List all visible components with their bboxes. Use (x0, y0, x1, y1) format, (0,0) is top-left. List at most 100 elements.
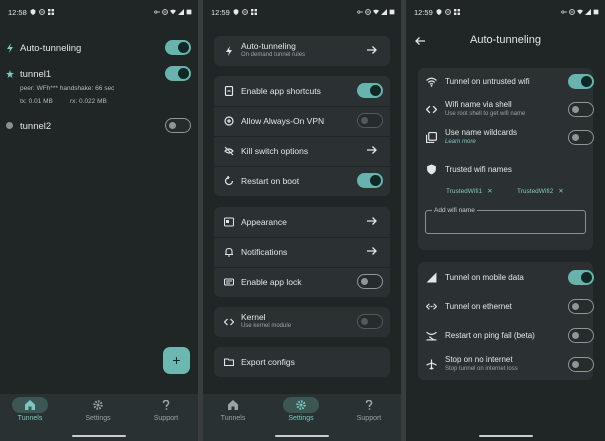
vpn-icon (224, 116, 234, 126)
bell-icon (225, 247, 233, 257)
tunnel-name: tunnel1 (20, 69, 52, 80)
folder-icon (224, 358, 234, 367)
tunnel-toggle[interactable] (165, 66, 191, 81)
add-tunnel-button[interactable]: + (163, 347, 190, 374)
ethernet-icon (426, 303, 437, 310)
row-label: Enable app lock (241, 277, 302, 287)
row-sub: Use root shell to get wifi name (445, 111, 526, 117)
ping-fail-row[interactable]: Restart on ping fail (beta) (418, 322, 594, 350)
key-status-icon (357, 10, 363, 14)
kernel-label: Kernel (241, 312, 266, 322)
kill-switch-row[interactable]: Kill switch options (214, 136, 390, 166)
shield-status-icon (436, 9, 442, 15)
nav-label: Tunnels (220, 415, 246, 422)
general-settings-card: Enable app shortcuts Allow Always-On VPN… (214, 76, 390, 196)
home-icon (228, 400, 238, 410)
nav-settings[interactable]: Settings (271, 397, 331, 422)
tunnel-peer-info: peer: WFh*** handshake: 66 sec (20, 85, 115, 92)
home-indicator (72, 435, 126, 437)
app-shortcuts-toggle[interactable] (357, 83, 383, 98)
auto-tunneling-row[interactable]: Auto-tunneling (0, 38, 198, 58)
status-time: 12:58 (8, 7, 27, 17)
auto-tunneling-card[interactable]: Auto-tunneling On demand tunnel rules (214, 36, 390, 66)
tunnel-rx: rx: 0.022 MB (70, 98, 107, 105)
question-icon (162, 400, 170, 410)
ethernet-toggle[interactable] (568, 299, 594, 314)
name-wildcards-toggle[interactable] (568, 130, 594, 145)
no-internet-toggle[interactable] (568, 357, 594, 372)
remove-chip-icon[interactable]: ✕ (487, 188, 492, 195)
add-wifi-name-input[interactable] (432, 217, 580, 229)
status-bar: 12:58 (0, 0, 198, 24)
ethernet-row[interactable]: Tunnel on ethernet (418, 293, 594, 321)
app-shortcuts-row[interactable]: Enable app shortcuts (214, 76, 390, 106)
appearance-row[interactable]: Appearance (214, 207, 390, 237)
name-wildcards-row[interactable]: Use name wildcards Learn more (418, 124, 594, 152)
always-on-vpn-row[interactable]: Allow Always-On VPN (214, 106, 390, 136)
status-bar: 12:59 (203, 0, 401, 24)
row-label: Appearance (241, 217, 287, 227)
row-label: Wifi name via shell (445, 100, 512, 109)
arrow-right-icon (367, 217, 377, 225)
remove-chip-icon[interactable]: ✕ (558, 188, 563, 195)
add-wifi-name-field[interactable]: Add wifi name (425, 207, 586, 234)
learn-more-link[interactable]: Learn more (445, 139, 476, 145)
tunnel-name: tunnel2 (20, 121, 52, 132)
nav-label: Support (153, 415, 179, 422)
row-label: Kill switch options (241, 146, 309, 156)
restart-on-boot-row[interactable]: Restart on boot (214, 166, 390, 196)
no-internet-row[interactable]: Stop on no internet Stop tunnel on inter… (418, 351, 594, 379)
app-lock-row[interactable]: Enable app lock (214, 267, 390, 297)
nav-support[interactable]: Support (136, 400, 196, 422)
chip-label: TrustedWifi1 (446, 188, 483, 195)
wifi-via-shell-row[interactable]: Wifi name via shell Use root shell to ge… (418, 96, 594, 124)
nav-tunnels[interactable]: Tunnels (0, 397, 60, 422)
kernel-row[interactable]: Kernel Use kernel module (214, 307, 390, 337)
mobile-data-row[interactable]: Tunnel on mobile data (418, 264, 594, 292)
nav-support[interactable]: Support (339, 400, 399, 422)
auto-tunneling-row[interactable]: Auto-tunneling On demand tunnel rules (214, 36, 390, 66)
nav-settings[interactable]: Settings (68, 400, 128, 422)
notifications-row[interactable]: Notifications (214, 237, 390, 267)
key-status-icon (154, 10, 160, 14)
trusted-names-title: Trusted wifi names (445, 165, 512, 174)
cellular-icon (426, 272, 437, 283)
battery-status-icon (389, 9, 395, 15)
bolt-icon (7, 43, 13, 53)
restart-icon (224, 176, 234, 186)
question-icon (365, 400, 373, 410)
auto-tunneling-toggle[interactable] (165, 40, 191, 55)
kill-switch-icon (224, 146, 234, 156)
app-lock-toggle[interactable] (357, 274, 383, 289)
wifi-via-shell-toggle[interactable] (568, 102, 594, 117)
always-on-vpn-toggle[interactable] (357, 113, 383, 128)
arrow-right-icon (367, 247, 377, 255)
nav-label: Settings (85, 415, 111, 422)
dnd-status-icon (569, 9, 575, 15)
trusted-names-row: Trusted wifi names (418, 156, 593, 184)
star-icon (6, 70, 14, 78)
row-label: Notifications (241, 247, 288, 257)
auto-tunneling-label: Auto-tunneling (20, 43, 82, 54)
mobile-data-toggle[interactable] (568, 270, 594, 285)
row-label: Restart on boot (241, 176, 300, 186)
untrusted-wifi-row[interactable]: Tunnel on untrusted wifi (418, 68, 594, 96)
untrusted-wifi-toggle[interactable] (568, 74, 594, 89)
export-card: Export configs (214, 347, 390, 377)
row-label: Stop on no internet (445, 355, 513, 364)
tunnel-toggle[interactable] (165, 118, 191, 133)
restart-on-boot-toggle[interactable] (357, 173, 383, 188)
key-status-icon (561, 10, 567, 14)
tunnel-item[interactable]: tunnel1 peer: WFh*** handshake: 66 sec t… (0, 65, 198, 113)
export-configs-row[interactable]: Export configs (214, 347, 390, 377)
ping-fail-toggle[interactable] (568, 328, 594, 343)
kernel-toggle[interactable] (357, 314, 383, 329)
status-time: 12:59 (211, 7, 230, 17)
bolt-icon (226, 46, 232, 56)
nav-tunnels[interactable]: Tunnels (203, 400, 263, 422)
home-icon (25, 400, 35, 410)
status-bar: 12:59 (406, 0, 605, 24)
tunnel-item[interactable]: tunnel2 (0, 117, 198, 137)
row-sub: Stop tunnel on internet loss (445, 366, 518, 372)
add-wifi-name-label: Add wifi name (432, 207, 477, 214)
